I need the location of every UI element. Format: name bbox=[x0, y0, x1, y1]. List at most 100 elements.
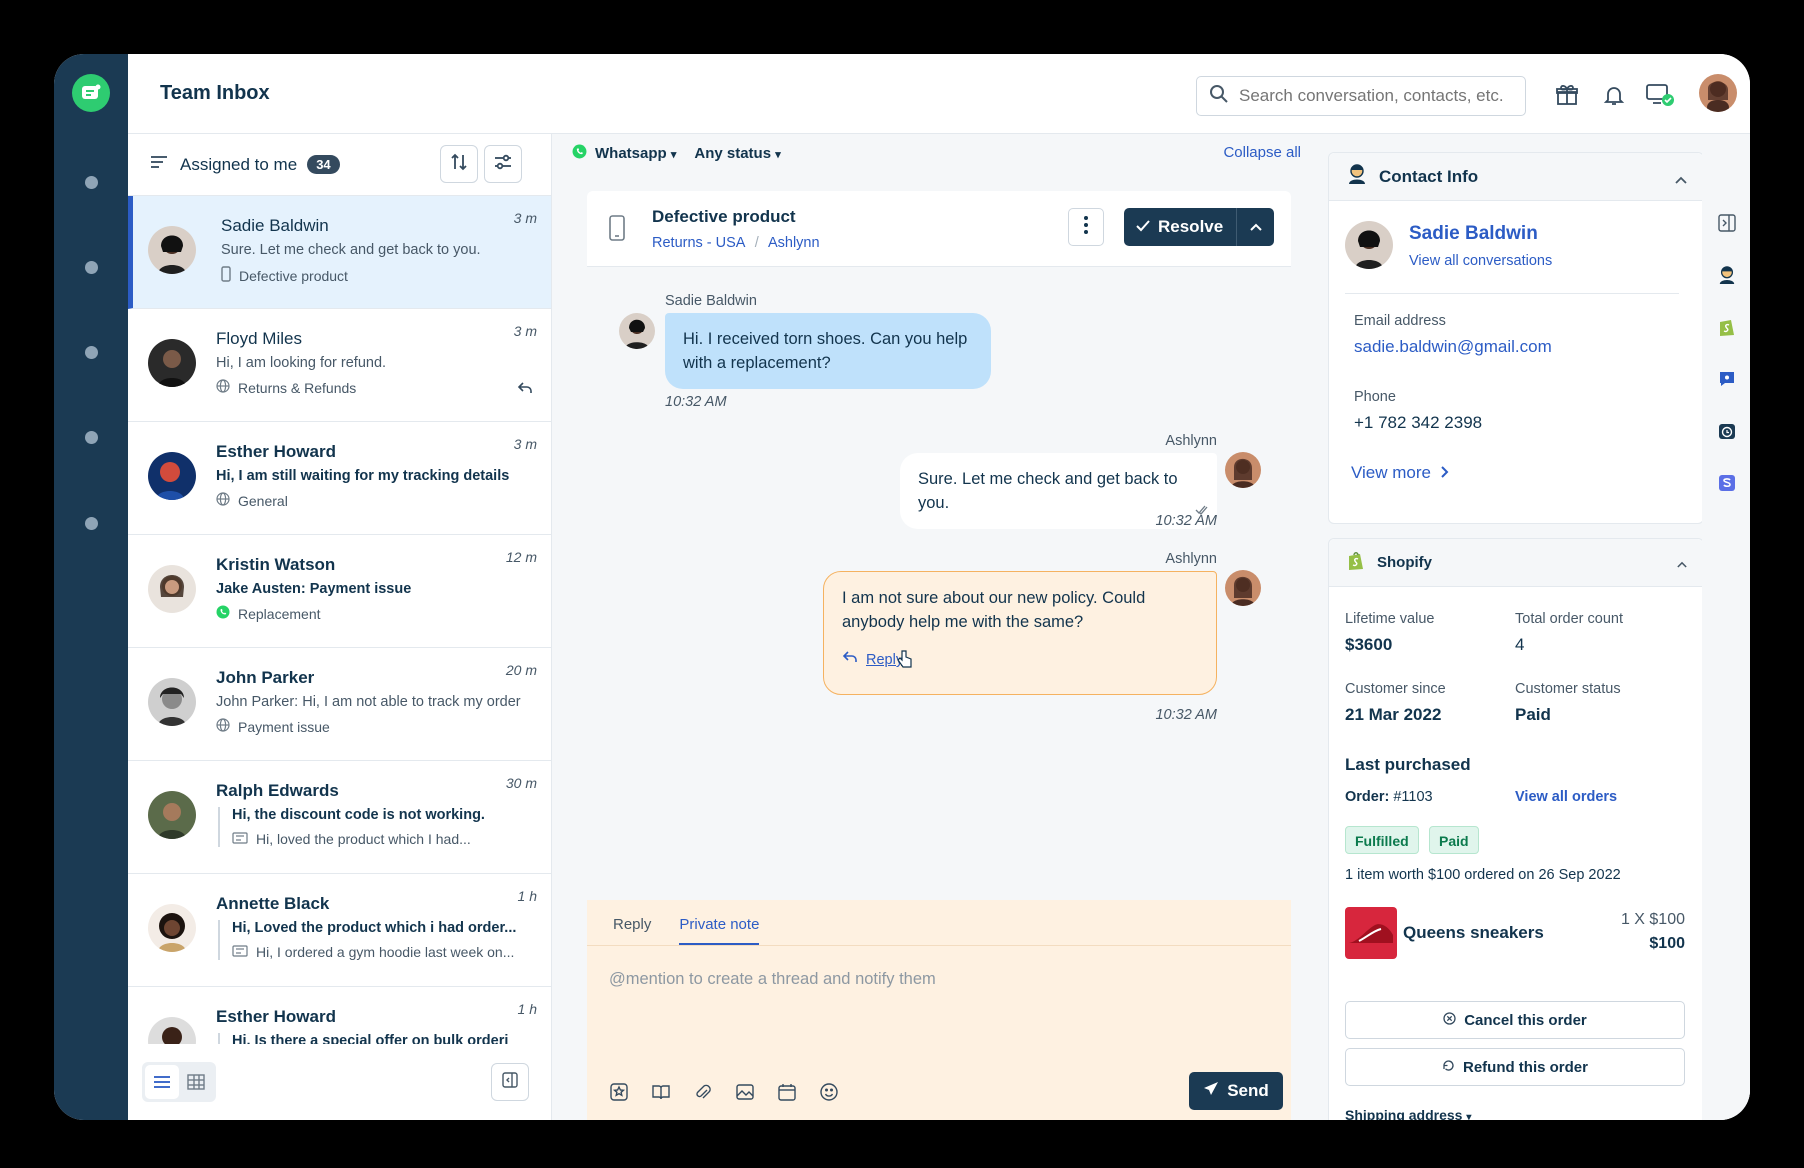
nav-item-3[interactable] bbox=[85, 346, 98, 359]
nav-item-1[interactable] bbox=[85, 176, 98, 189]
shopify-header[interactable]: Shopify bbox=[1329, 539, 1703, 587]
top-bar: Team Inbox bbox=[128, 54, 1750, 134]
conversation-time: 20 m bbox=[505, 662, 537, 678]
channel-dropdown[interactable]: Whatsapp ▾ bbox=[595, 145, 676, 162]
conversation-item[interactable]: Annette Black Hi, Loved the product whic… bbox=[128, 874, 551, 987]
sliders-icon bbox=[494, 153, 512, 176]
customer-since-value: 21 Mar 2022 bbox=[1345, 705, 1442, 724]
collapse-list-button[interactable] bbox=[491, 1063, 529, 1101]
conversation-preview: Hi, I am looking for refund. bbox=[216, 355, 387, 371]
panel-toggle-icon[interactable] bbox=[1716, 212, 1738, 234]
table-view-icon[interactable] bbox=[179, 1065, 213, 1099]
search-box[interactable] bbox=[1196, 76, 1526, 116]
image-icon[interactable] bbox=[735, 1082, 755, 1102]
agent-status-icon[interactable] bbox=[1645, 80, 1675, 110]
message-time: 10:32 AM bbox=[1155, 513, 1217, 529]
conversation-item[interactable]: Floyd Miles Hi, I am looking for refund.… bbox=[128, 309, 551, 422]
agent-avatar bbox=[1225, 452, 1261, 488]
conversation-item[interactable]: Sadie Baldwin Sure. Let me check and get… bbox=[128, 196, 551, 309]
tab-reply[interactable]: Reply bbox=[613, 900, 651, 945]
tag-label: Defective product bbox=[239, 267, 348, 284]
nav-item-5[interactable] bbox=[85, 517, 98, 530]
last-purchased-heading: Last purchased bbox=[1345, 755, 1471, 774]
contact-info-header[interactable]: Contact Info bbox=[1329, 153, 1703, 201]
send-icon bbox=[1203, 1081, 1219, 1102]
sort-button[interactable] bbox=[440, 145, 478, 183]
conversation-time: 30 m bbox=[505, 775, 537, 791]
contact-avatar bbox=[148, 678, 196, 726]
view-more-label: View more bbox=[1351, 463, 1431, 482]
nav-item-2[interactable] bbox=[85, 261, 98, 274]
group-link[interactable]: Returns - USA bbox=[652, 235, 745, 251]
conversation-item[interactable]: Esther Howard Hi, I am still waiting for… bbox=[128, 422, 551, 535]
contact-avatar bbox=[1345, 221, 1393, 269]
send-label: Send bbox=[1227, 1081, 1269, 1100]
more-options-button[interactable] bbox=[1068, 208, 1104, 246]
conversation-time: 1 h bbox=[517, 1001, 537, 1017]
page-title: Team Inbox bbox=[160, 82, 270, 104]
conversation-pane: Whatsapp ▾ Any status ▾ Collapse all Def… bbox=[552, 134, 1315, 1120]
lifetime-value: $3600 bbox=[1345, 635, 1393, 654]
chevron-right-icon bbox=[1441, 463, 1449, 483]
filter-label[interactable]: Assigned to me bbox=[180, 155, 297, 175]
refund-icon bbox=[1442, 1059, 1455, 1076]
contact-info-title: Contact Info bbox=[1379, 166, 1479, 186]
conversation-name: Annette Black bbox=[216, 894, 330, 913]
conversation-item[interactable]: Kristin Watson Jake Austen: Payment issu… bbox=[128, 535, 551, 648]
chevron-up-icon[interactable] bbox=[1675, 169, 1687, 189]
note-input[interactable]: @mention to create a thread and notify t… bbox=[609, 970, 936, 989]
user-avatar[interactable] bbox=[1699, 74, 1737, 112]
conversation-header: Defective product Returns - USA / Ashlyn… bbox=[587, 191, 1291, 267]
chevron-down-icon: ▾ bbox=[1466, 1112, 1472, 1120]
email-value[interactable]: sadie.baldwin@gmail.com bbox=[1354, 337, 1552, 357]
conversation-time: 3 m bbox=[513, 210, 537, 226]
globe-icon bbox=[216, 492, 230, 509]
filter-menu-icon[interactable] bbox=[150, 155, 168, 174]
send-button[interactable]: Send bbox=[1189, 1072, 1283, 1110]
gift-icon[interactable] bbox=[1552, 80, 1582, 110]
canned-response-icon[interactable] bbox=[609, 1082, 629, 1102]
s-app-icon[interactable] bbox=[1716, 472, 1738, 494]
collapse-all-link[interactable]: Collapse all bbox=[1223, 144, 1301, 161]
order-number: #1103 bbox=[1393, 789, 1433, 805]
nav-item-4[interactable] bbox=[85, 431, 98, 444]
conversation-preview: Hi, the discount code is not working. bbox=[232, 807, 485, 823]
whatsapp-icon bbox=[572, 144, 587, 163]
note-reply-link[interactable]: Reply bbox=[842, 644, 1198, 676]
tab-private-note[interactable]: Private note bbox=[679, 900, 760, 945]
chevron-up-icon[interactable] bbox=[1677, 555, 1687, 572]
conversation-time: 1 h bbox=[517, 888, 537, 904]
timer-app-icon[interactable] bbox=[1716, 420, 1738, 442]
app-logo-icon[interactable] bbox=[72, 74, 110, 112]
view-more-link[interactable]: View more bbox=[1351, 463, 1449, 483]
shipping-address-toggle[interactable]: Shipping address ▾ bbox=[1345, 1107, 1471, 1120]
view-all-orders-link[interactable]: View all orders bbox=[1515, 789, 1617, 805]
attachment-icon[interactable] bbox=[693, 1082, 713, 1102]
bell-icon[interactable] bbox=[1599, 80, 1629, 110]
list-view-icon[interactable] bbox=[145, 1065, 179, 1099]
refund-order-button[interactable]: Refund this order bbox=[1345, 1048, 1685, 1086]
calendar-icon[interactable] bbox=[777, 1082, 797, 1102]
contact-name[interactable]: Sadie Baldwin bbox=[1409, 223, 1538, 245]
resolve-options-button[interactable] bbox=[1236, 208, 1274, 246]
conversation-name: Sadie Baldwin bbox=[221, 216, 329, 235]
thread-group: Hi, Loved the product which i had order.… bbox=[218, 920, 539, 960]
cancel-order-button[interactable]: Cancel this order bbox=[1345, 1001, 1685, 1039]
filter-settings-button[interactable] bbox=[484, 145, 522, 183]
conversation-item[interactable]: John Parker John Parker: Hi, I am not ab… bbox=[128, 648, 551, 761]
agent-link[interactable]: Ashlynn bbox=[768, 235, 820, 251]
emoji-icon[interactable] bbox=[819, 1082, 839, 1102]
status-dropdown[interactable]: Any status ▾ bbox=[694, 145, 780, 162]
contact-avatar bbox=[148, 452, 196, 500]
contact-app-icon[interactable] bbox=[1716, 264, 1738, 286]
view-all-conversations-link[interactable]: View all conversations bbox=[1409, 253, 1552, 269]
conversation-tag: Hi, I ordered a gym hoodie last week on.… bbox=[232, 944, 539, 960]
search-input[interactable] bbox=[1239, 86, 1509, 106]
chat-app-icon[interactable] bbox=[1716, 368, 1738, 390]
conversation-tag: Replacement bbox=[216, 605, 539, 622]
resolve-button[interactable]: Resolve bbox=[1124, 208, 1236, 246]
knowledge-base-icon[interactable] bbox=[651, 1082, 671, 1102]
conversation-item[interactable]: Ralph Edwards Hi, the discount code is n… bbox=[128, 761, 551, 874]
shopify-app-icon[interactable] bbox=[1716, 316, 1738, 338]
order-badges: Fulfilled Paid bbox=[1345, 826, 1545, 854]
